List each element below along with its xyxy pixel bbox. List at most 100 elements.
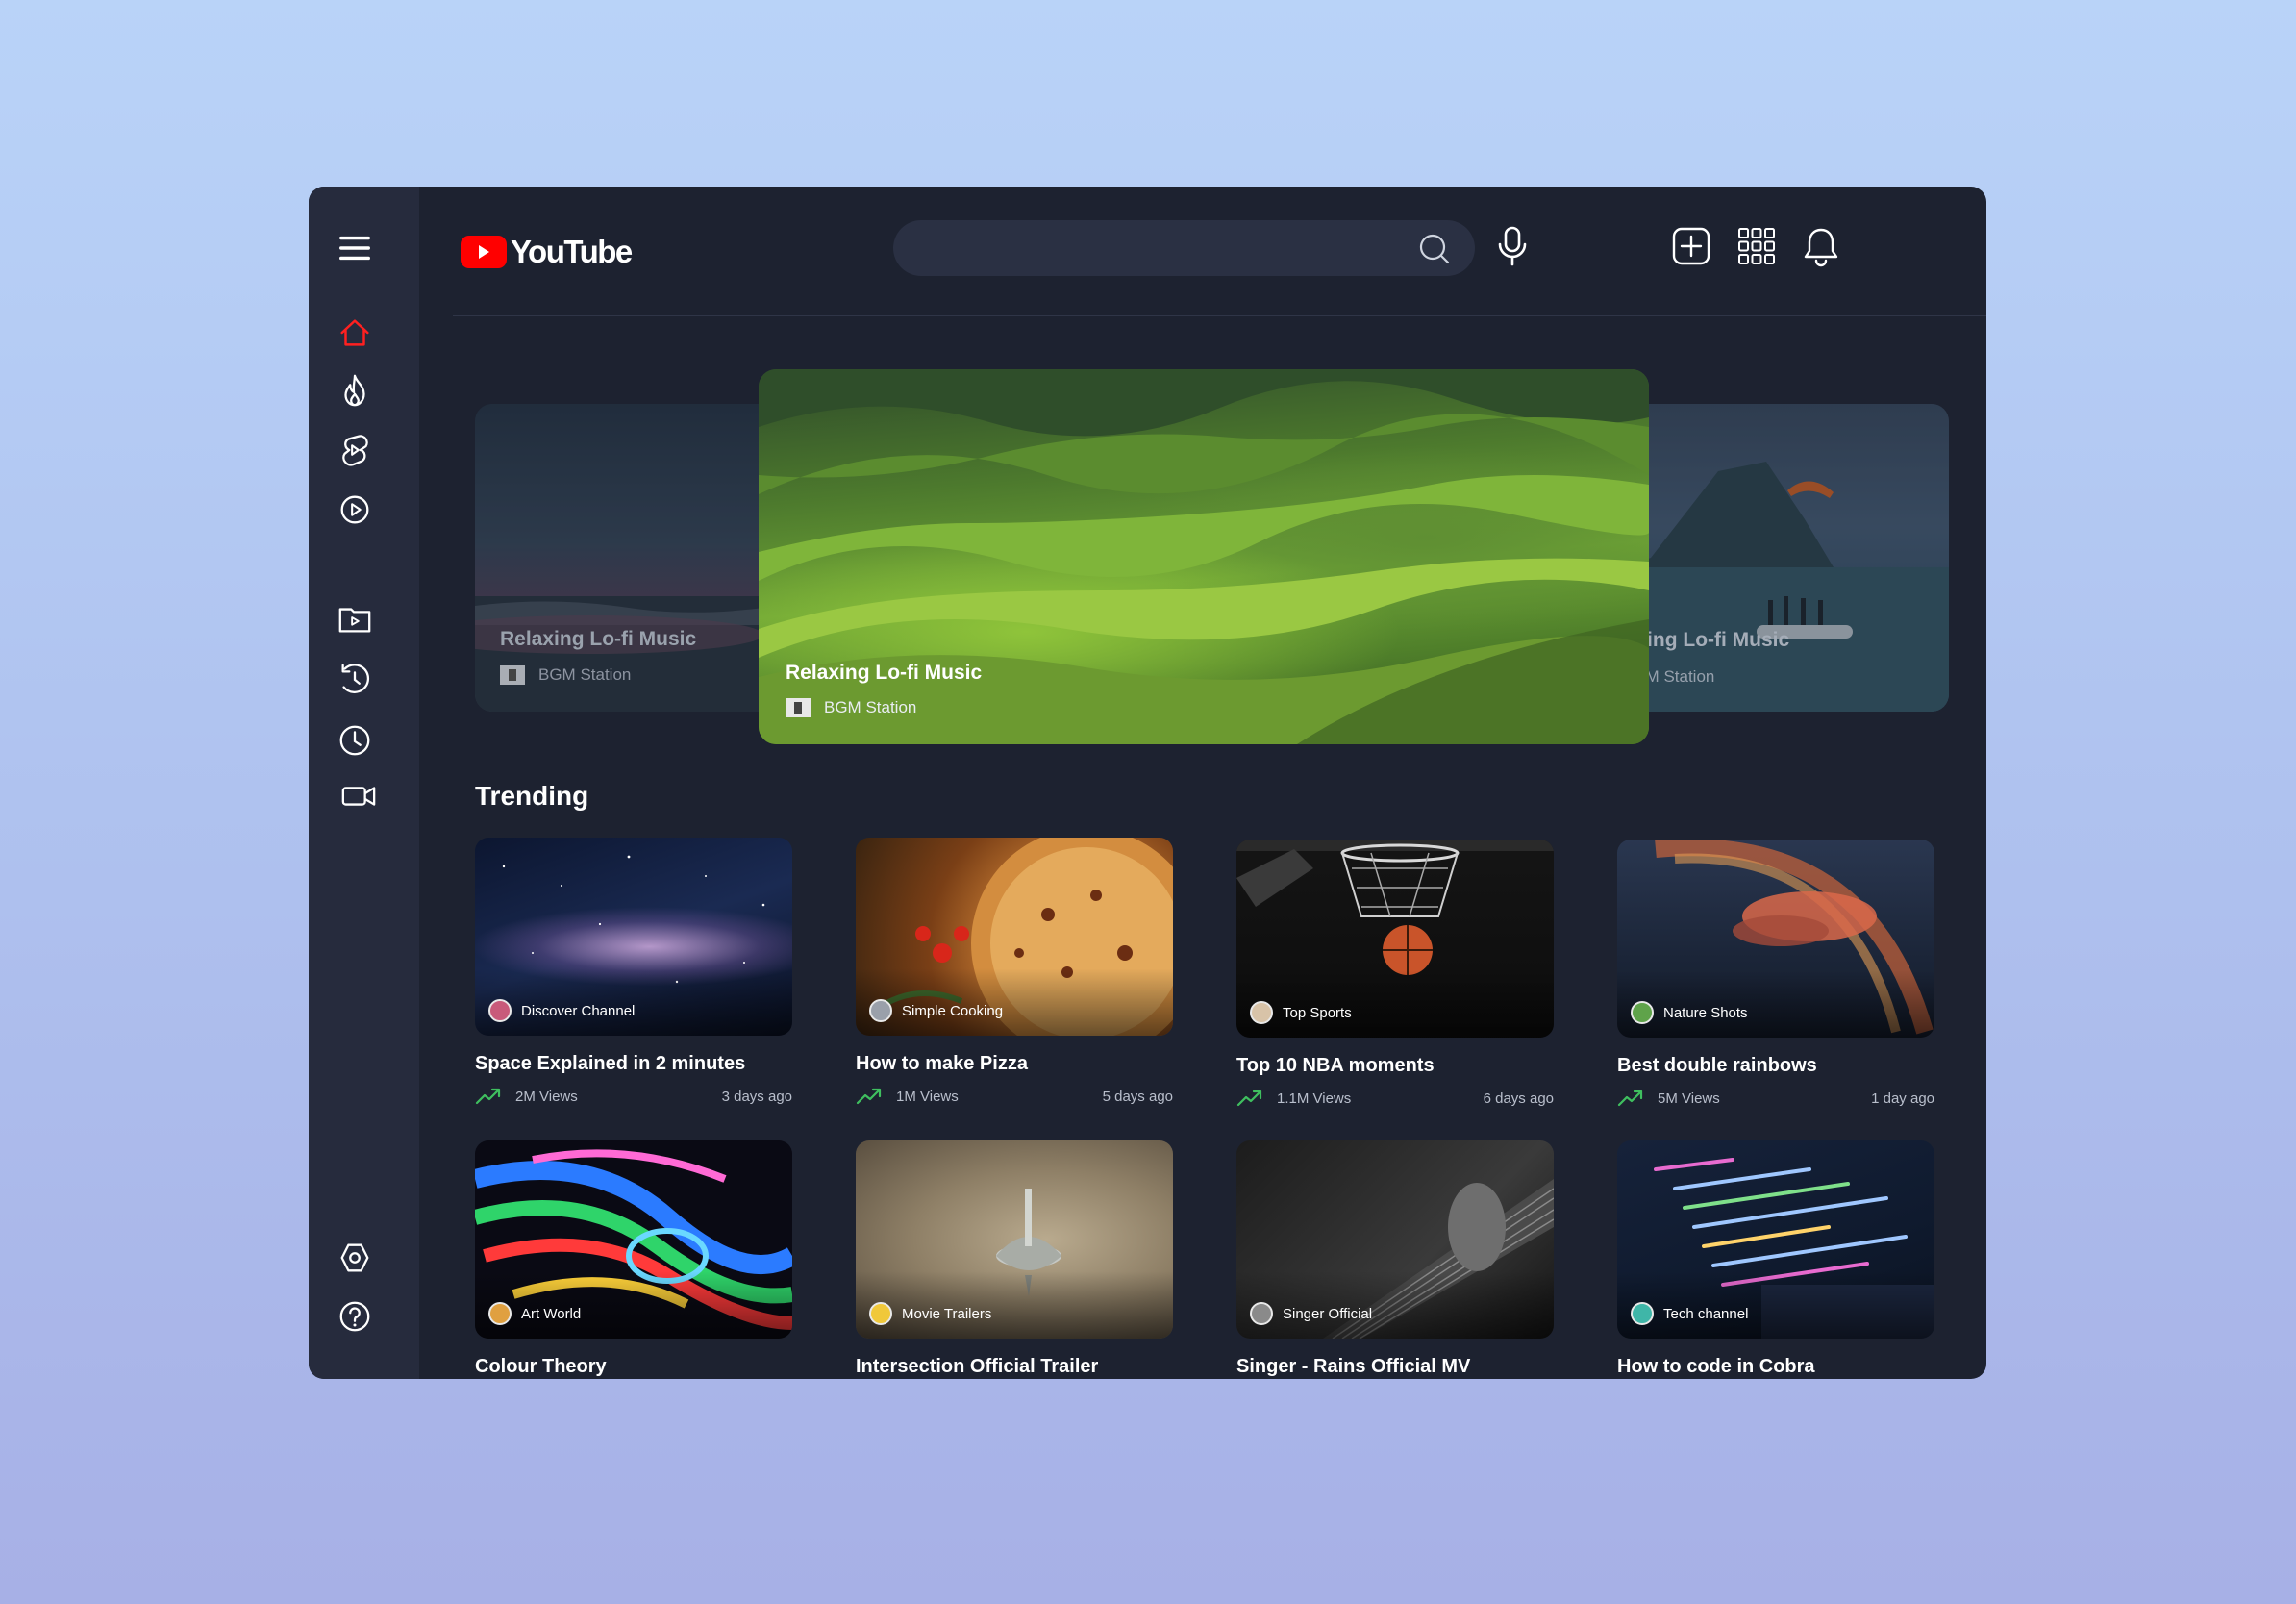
card-age: 3 days ago [721,1088,792,1105]
card-views: 1M Views [896,1088,959,1105]
card-views: 2M Views [515,1088,578,1105]
trending-up-icon [1617,1090,1643,1107]
card-title[interactable]: Top 10 NBA moments [1236,1055,1554,1077]
card-title[interactable]: How to make Pizza [856,1053,1173,1075]
hero-slide-right[interactable]: Relaxing Lo-fi Music BGM Station [1612,404,1949,712]
shorts-icon[interactable] [334,429,376,471]
hero-main-channel-name: BGM Station [824,698,917,716]
sidebar [309,187,419,1379]
card-title[interactable]: Colour Theory [475,1356,792,1378]
card-channel-name: Tech channel [1663,1305,1749,1322]
hero-right-dim [1612,404,1949,712]
create-icon[interactable] [1669,224,1713,268]
hero-left-channel: BGM Station [500,665,631,685]
card-channel: Tech channel [1631,1302,1748,1325]
channel-avatar [1631,1302,1654,1325]
video-card[interactable]: Art World Colour Theory [475,1140,792,1378]
trending-up-icon [856,1088,882,1105]
card-channel-name: Top Sports [1283,1004,1352,1021]
thumbnail-code[interactable]: Tech channel [1617,1140,1934,1339]
video-card[interactable]: Movie Trailers Intersection Official Tra… [856,1140,1173,1378]
play-logo-icon [461,236,507,268]
hero-left-channel-name: BGM Station [538,665,632,684]
card-views: 1.1M Views [1277,1090,1352,1107]
hero-slide-main[interactable]: Relaxing Lo-fi Music BGM Station [759,369,1649,744]
home-icon[interactable] [334,312,376,354]
video-card[interactable]: Singer Official Singer - Rains Official … [1236,1140,1554,1378]
trending-up-icon [1236,1090,1262,1107]
hero-main-scene [759,369,1649,744]
card-channel-name: Nature Shots [1663,1004,1748,1021]
header: YouTube [453,187,1986,316]
channel-avatar [1250,1302,1273,1325]
channel-avatar [488,999,512,1022]
card-title[interactable]: Singer - Rains Official MV [1236,1356,1554,1378]
card-channel-name: Movie Trailers [902,1305,992,1322]
card-meta: 5M Views 1 day ago [1617,1089,1934,1108]
hero-main-channel: BGM Station [786,698,916,717]
card-channel-name: Art World [521,1305,582,1322]
thumbnail-trailer[interactable]: Movie Trailers [856,1140,1173,1339]
card-age: 1 day ago [1871,1090,1934,1107]
thumbnail-rainbow[interactable]: Nature Shots [1617,840,1934,1038]
channel-avatar [869,1302,892,1325]
card-channel-name: Discover Channel [521,1002,636,1019]
menu-icon[interactable] [334,227,376,269]
thumbnail-space[interactable]: Discover Channel [475,838,792,1036]
channel-icon [786,698,811,717]
youtube-logo[interactable]: YouTube [461,231,633,273]
search-input[interactable] [916,228,1397,268]
settings-icon[interactable] [334,1237,376,1279]
apps-icon[interactable] [1734,224,1779,268]
card-views: 5M Views [1658,1090,1720,1107]
thumbnail-pizza[interactable]: Simple Cooking [856,838,1173,1036]
trending-icon[interactable] [334,369,376,412]
thumbnail-guitar[interactable]: Singer Official [1236,1140,1554,1339]
watch-later-icon[interactable] [334,719,376,762]
card-title[interactable]: Best double rainbows [1617,1055,1934,1077]
app-window: YouTube Relaxing Lo-fi Music BGM Station… [309,187,1986,1379]
hero-slide-left[interactable]: Relaxing Lo-fi Music BGM Station [475,404,802,712]
card-channel: Discover Channel [488,999,635,1022]
your-videos-icon[interactable] [337,775,380,817]
video-card[interactable]: Simple Cooking How to make Pizza 1M View… [856,838,1173,1106]
library-icon[interactable] [334,598,376,640]
card-channel: Art World [488,1302,581,1325]
trending-title: Trending [475,781,589,811]
video-card[interactable]: Discover Channel Space Explained in 2 mi… [475,838,792,1106]
hero-main-title: Relaxing Lo-fi Music [786,662,983,684]
card-channel: Simple Cooking [869,999,1003,1022]
thumbnail-basketball[interactable]: Top Sports [1236,840,1554,1038]
card-channel: Movie Trailers [869,1302,991,1325]
card-channel: Singer Official [1250,1302,1372,1325]
card-channel-name: Singer Official [1283,1305,1373,1322]
card-title[interactable]: How to code in Cobra [1617,1356,1934,1378]
channel-avatar [869,999,892,1022]
trending-up-icon [475,1088,501,1105]
card-channel: Top Sports [1250,1001,1352,1024]
thumbnail-colour[interactable]: Art World [475,1140,792,1339]
card-title[interactable]: Space Explained in 2 minutes [475,1053,792,1075]
subscriptions-icon[interactable] [334,489,376,531]
card-age: 5 days ago [1102,1088,1173,1105]
channel-avatar [488,1302,512,1325]
card-meta: 1M Views 5 days ago [856,1087,1173,1106]
card-meta: 1.1M Views 6 days ago [1236,1089,1554,1108]
video-card[interactable]: Top Sports Top 10 NBA moments 1.1M Views… [1236,840,1554,1108]
card-title[interactable]: Intersection Official Trailer [856,1356,1173,1378]
mic-icon[interactable] [1491,225,1534,267]
help-icon[interactable] [334,1295,376,1338]
video-card[interactable]: Tech channel How to code in Cobra [1617,1140,1934,1378]
video-card[interactable]: Nature Shots Best double rainbows 5M Vie… [1617,840,1934,1108]
search-box[interactable] [893,220,1475,276]
history-icon[interactable] [334,658,376,700]
bell-icon[interactable] [1799,224,1843,268]
hero-left-title: Relaxing Lo-fi Music [500,628,697,650]
card-meta: 2M Views 3 days ago [475,1087,792,1106]
card-channel: Nature Shots [1631,1001,1748,1024]
card-channel-name: Simple Cooking [902,1002,1004,1019]
search-icon[interactable] [1417,232,1452,266]
channel-avatar [1631,1001,1654,1024]
card-age: 6 days ago [1483,1090,1554,1107]
logo-text: YouTube [511,234,633,269]
